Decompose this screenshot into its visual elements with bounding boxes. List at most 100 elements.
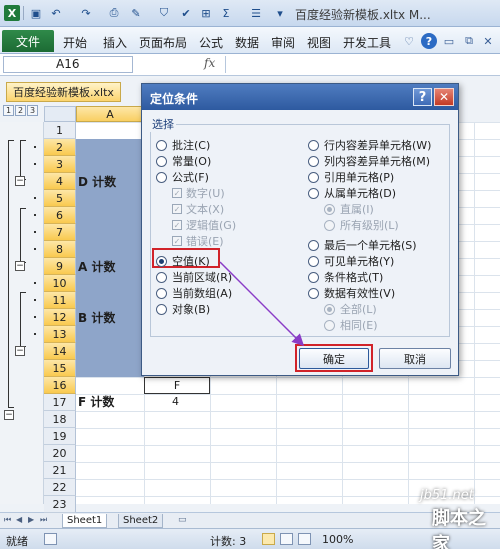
row-header[interactable]: 20: [44, 445, 76, 462]
left-option-7[interactable]: 空值(K): [156, 253, 210, 269]
collapse-d-icon[interactable]: −: [15, 176, 25, 186]
dialog-help-button[interactable]: ?: [413, 88, 432, 106]
ribbon-minimize-icon[interactable]: ▭: [441, 33, 457, 49]
row-header[interactable]: 2: [44, 139, 76, 156]
page-break-view-icon[interactable]: [298, 533, 311, 545]
next-sheet-icon[interactable]: ▶: [28, 515, 34, 524]
cell-b-count[interactable]: B 计数: [78, 309, 115, 326]
right-option-6[interactable]: 最后一个单元格(S): [308, 237, 417, 253]
column-header-a[interactable]: A: [76, 106, 144, 122]
cell-d-count[interactable]: D 计数: [78, 173, 116, 190]
align-icon[interactable]: ☰: [248, 5, 264, 21]
name-box[interactable]: A16: [3, 56, 133, 73]
tab-data[interactable]: 数据: [235, 34, 259, 51]
tab-insert[interactable]: 插入: [103, 34, 127, 51]
macro-record-icon[interactable]: [44, 533, 57, 545]
outline-level-1[interactable]: 1: [3, 105, 14, 116]
tab-home[interactable]: 开始: [63, 34, 87, 51]
left-option-9[interactable]: 当前数组(A): [156, 285, 232, 301]
format-painter-icon[interactable]: ✎: [128, 5, 144, 21]
row-header[interactable]: 18: [44, 411, 76, 428]
row-header[interactable]: 11: [44, 292, 76, 309]
borders-icon[interactable]: ⊞: [198, 5, 214, 21]
ribbon-restore-icon[interactable]: ⧉: [461, 33, 477, 49]
cell-a-count[interactable]: A 计数: [78, 258, 115, 275]
outline-level-2[interactable]: 2: [15, 105, 26, 116]
cell-f-value[interactable]: 4: [172, 395, 179, 408]
row-header[interactable]: 9: [44, 258, 76, 275]
tab-view[interactable]: 视图: [307, 34, 331, 51]
row-header[interactable]: 13: [44, 326, 76, 343]
row-header[interactable]: 21: [44, 462, 76, 479]
filter-icon[interactable]: ⛉: [156, 5, 172, 21]
last-sheet-icon[interactable]: ⏭: [40, 515, 47, 525]
zoom-level[interactable]: 100%: [322, 533, 353, 546]
row-header[interactable]: 14: [44, 343, 76, 360]
cell-f-header[interactable]: F: [144, 377, 210, 394]
right-option-2[interactable]: 引用单元格(P): [308, 169, 394, 185]
print-preview-icon[interactable]: ⎙: [106, 5, 122, 21]
outline-level-3[interactable]: 3: [27, 105, 38, 116]
row-header[interactable]: 1: [44, 122, 76, 139]
row-header[interactable]: 19: [44, 428, 76, 445]
left-option-0[interactable]: 批注(C): [156, 137, 210, 153]
row-header[interactable]: 3: [44, 156, 76, 173]
row-header[interactable]: 12: [44, 309, 76, 326]
row-header[interactable]: 8: [44, 241, 76, 258]
left-option-8[interactable]: 当前区域(R): [156, 269, 232, 285]
dialog-title-bar[interactable]: 定位条件 ? ✕: [142, 84, 458, 110]
page-layout-view-icon[interactable]: [280, 533, 293, 545]
collapse-all-icon[interactable]: −: [4, 410, 14, 420]
insert-function-icon[interactable]: fx: [204, 56, 215, 70]
row-header[interactable]: 5: [44, 190, 76, 207]
ok-button[interactable]: 确定: [299, 348, 369, 369]
save-icon[interactable]: ▣: [28, 5, 44, 21]
right-option-8[interactable]: 条件格式(T): [308, 269, 383, 285]
tab-formulas[interactable]: 公式: [199, 34, 223, 51]
excel-logo-icon[interactable]: X: [4, 5, 20, 21]
tab-sheet2[interactable]: Sheet2: [118, 514, 164, 528]
tab-sheet1[interactable]: Sheet1: [62, 514, 108, 528]
tab-page-layout[interactable]: 页面布局: [139, 34, 187, 51]
cancel-button[interactable]: 取消: [379, 348, 451, 369]
right-option-1[interactable]: 列内容差异单元格(M): [308, 153, 430, 169]
tab-review[interactable]: 审阅: [271, 34, 295, 51]
collapse-b-icon[interactable]: −: [15, 346, 25, 356]
cell-f-count[interactable]: F 计数: [78, 393, 114, 410]
check-icon[interactable]: ✔: [178, 5, 194, 21]
autosum-icon[interactable]: Σ: [218, 5, 234, 21]
left-option-10[interactable]: 对象(B): [156, 301, 210, 317]
ribbon-close-icon[interactable]: ✕: [480, 33, 496, 49]
right-option-9[interactable]: 数据有效性(V): [308, 285, 395, 301]
row-header[interactable]: 10: [44, 275, 76, 292]
row-header[interactable]: 17: [44, 394, 76, 411]
workbook-tab[interactable]: 百度经验新模板.xltx: [6, 82, 121, 102]
row-header[interactable]: 22: [44, 479, 76, 496]
redo-icon[interactable]: ↷: [78, 5, 94, 21]
row-header[interactable]: 16: [44, 377, 76, 394]
dropdown-icon[interactable]: ▾: [272, 5, 288, 21]
right-option-0[interactable]: 行内容差异单元格(W): [308, 137, 431, 153]
collapse-a-icon[interactable]: −: [15, 261, 25, 271]
tab-file[interactable]: 文件: [2, 30, 54, 52]
tab-developer[interactable]: 开发工具: [343, 34, 391, 51]
right-option-3[interactable]: 从属单元格(D): [308, 185, 396, 201]
dialog-close-button[interactable]: ✕: [434, 88, 454, 106]
prev-sheet-icon[interactable]: ◀: [16, 515, 22, 524]
help-icon[interactable]: ?: [421, 33, 437, 49]
undo-icon[interactable]: ↶: [48, 5, 64, 21]
normal-view-icon[interactable]: [262, 533, 275, 545]
heart-icon[interactable]: ♡: [401, 33, 417, 49]
select-all-corner[interactable]: [44, 106, 76, 122]
row-header[interactable]: 6: [44, 207, 76, 224]
left-option-1[interactable]: 常量(O): [156, 153, 211, 169]
row-header[interactable]: 15: [44, 360, 76, 377]
first-sheet-icon[interactable]: ⏮: [4, 515, 11, 525]
row-header[interactable]: 7: [44, 224, 76, 241]
right-option-7[interactable]: 可见单元格(Y): [308, 253, 394, 269]
sheet-tab-bar: ⏮ ◀ ▶ ⏭ Sheet1 Sheet2 ▭: [0, 512, 500, 528]
left-option-2[interactable]: 公式(F): [156, 169, 209, 185]
insert-sheet-icon[interactable]: ▭: [178, 515, 192, 527]
row-header[interactable]: 23: [44, 496, 76, 513]
row-header[interactable]: 4: [44, 173, 76, 190]
